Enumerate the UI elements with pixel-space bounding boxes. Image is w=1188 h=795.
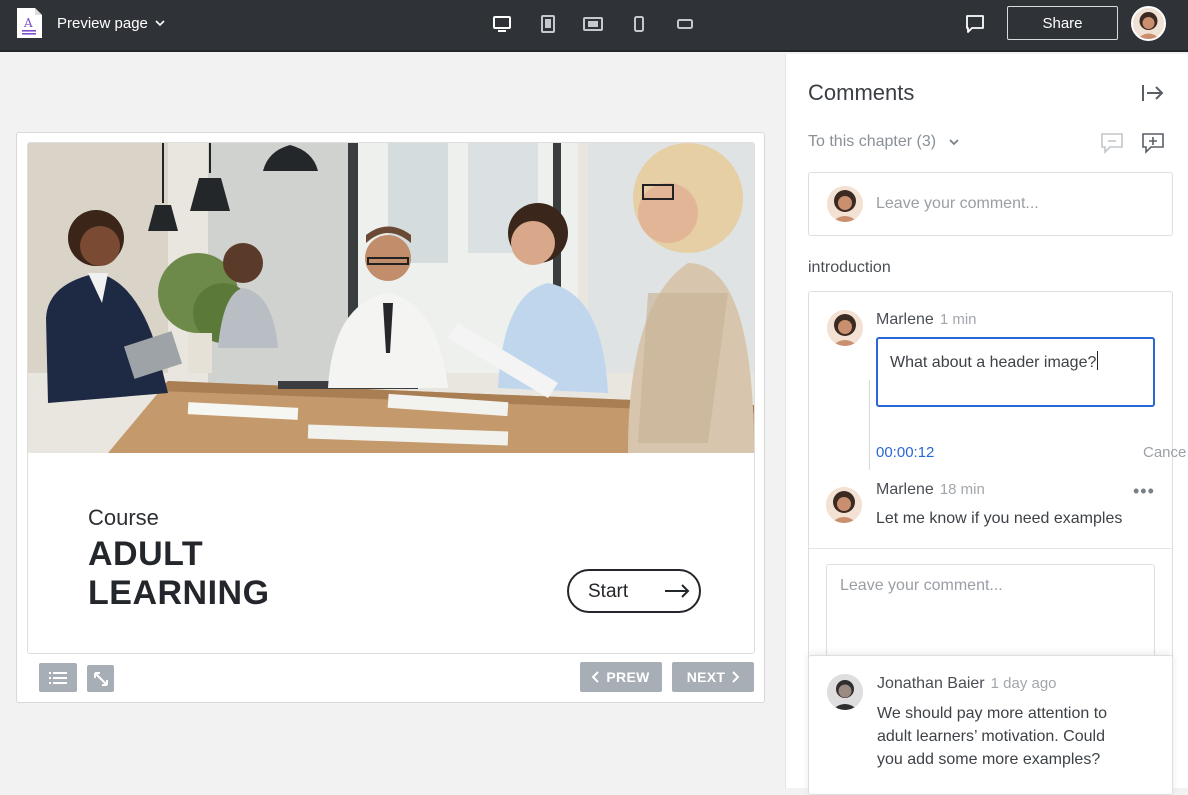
next-label: NEXT <box>686 669 726 685</box>
phone-landscape-icon[interactable] <box>674 13 696 35</box>
comment-text-line: adult learners’ motivation. Could <box>877 728 1105 745</box>
share-button[interactable]: Share <box>1007 6 1118 40</box>
course-kicker: Course <box>88 505 159 530</box>
start-label: Start <box>588 581 629 602</box>
collapse-panel-icon[interactable] <box>1141 81 1165 105</box>
media-timestamp[interactable]: 00:00:12 <box>876 444 934 461</box>
comment-filter-label: To this chapter (3) <box>808 133 937 150</box>
user-avatar[interactable] <box>1131 6 1166 41</box>
new-comment-box[interactable]: Leave your comment... <box>808 172 1173 236</box>
divider <box>809 548 1172 549</box>
expand-icon <box>93 671 108 686</box>
reply-textarea[interactable]: Leave your comment... <box>826 564 1155 664</box>
course-title-line: LEARNING <box>88 574 270 612</box>
comment-text-line: We should pay more attention to <box>877 705 1108 722</box>
text-caret <box>1097 351 1099 370</box>
table-of-contents-button[interactable] <box>39 663 77 692</box>
hero-image <box>28 143 754 453</box>
edit-comment-textarea[interactable]: What about a header image? <box>876 337 1155 407</box>
avatar <box>827 310 863 346</box>
comment-header: Marlene 1 min <box>876 311 977 329</box>
course-title: ADULT LEARNING <box>88 535 270 613</box>
next-button[interactable]: NEXT <box>672 662 754 692</box>
comment-text-line: you add some more examples? <box>877 751 1101 768</box>
avatar <box>827 186 863 222</box>
avatar <box>826 487 862 523</box>
course-preview-card: Course ADULT LEARNING Start PREW NEXT <box>16 132 765 703</box>
comment-card: Jonathan Baier 1 day ago We should pay mo… <box>808 655 1173 795</box>
comment-author: Marlene <box>876 311 934 328</box>
comments-toggle-icon[interactable] <box>963 12 987 36</box>
section-label: introduction <box>808 259 891 276</box>
comment-header: Marlene 18 min <box>876 481 985 499</box>
comments-panel: Comments To this chapter (3) Leave your … <box>785 54 1188 795</box>
app-logo-icon: A <box>17 8 42 38</box>
desktop-view-icon[interactable] <box>491 13 513 35</box>
previous-button[interactable]: PREW <box>580 662 662 692</box>
comment-header: Jonathan Baier 1 day ago <box>877 675 1057 693</box>
start-course-button[interactable]: Start <box>567 569 701 613</box>
chevron-down-icon[interactable] <box>154 17 166 29</box>
edit-comment-text: What about a header image? <box>890 354 1097 371</box>
tablet-portrait-icon[interactable] <box>537 13 559 35</box>
comment-input-placeholder[interactable]: Leave your comment... <box>876 195 1039 213</box>
list-icon <box>49 671 67 684</box>
more-options-icon[interactable]: ••• <box>1133 481 1155 502</box>
comment-author: Jonathan Baier <box>877 675 985 692</box>
chevron-right-icon <box>732 671 740 683</box>
comments-title: Comments <box>808 80 915 105</box>
cancel-edit-button[interactable]: Cance <box>1143 444 1186 461</box>
preview-page-title[interactable]: Preview page <box>57 15 148 32</box>
chevron-down-icon <box>949 139 959 146</box>
svg-text:A: A <box>23 16 33 30</box>
comment-time: 18 min <box>939 481 985 498</box>
chevron-left-icon <box>592 671 600 683</box>
comment-time: 1 day ago <box>990 675 1057 692</box>
comment-text: Let me know if you need examples <box>876 510 1123 527</box>
avatar <box>827 674 863 710</box>
comment-text: We should pay more attention to adult le… <box>877 702 1107 771</box>
add-comment-icon[interactable] <box>1141 132 1165 154</box>
arrow-right-icon <box>665 584 690 598</box>
reply-placeholder: Leave your comment... <box>840 577 1003 594</box>
tablet-landscape-icon[interactable] <box>582 13 604 35</box>
phone-portrait-icon[interactable] <box>628 13 650 35</box>
fullscreen-button[interactable] <box>87 665 114 692</box>
previous-label: PREW <box>606 669 650 685</box>
comment-filter-dropdown[interactable]: To this chapter (3) <box>808 133 960 151</box>
course-slide: Course ADULT LEARNING Start <box>27 142 755 654</box>
comment-time: 1 min <box>939 311 977 328</box>
course-title-line: ADULT <box>88 535 204 573</box>
comment-author: Marlene <box>876 481 934 498</box>
resolved-comments-icon[interactable] <box>1100 132 1124 154</box>
top-bar: A Preview page Share <box>0 0 1188 52</box>
thread-connector <box>869 380 870 470</box>
